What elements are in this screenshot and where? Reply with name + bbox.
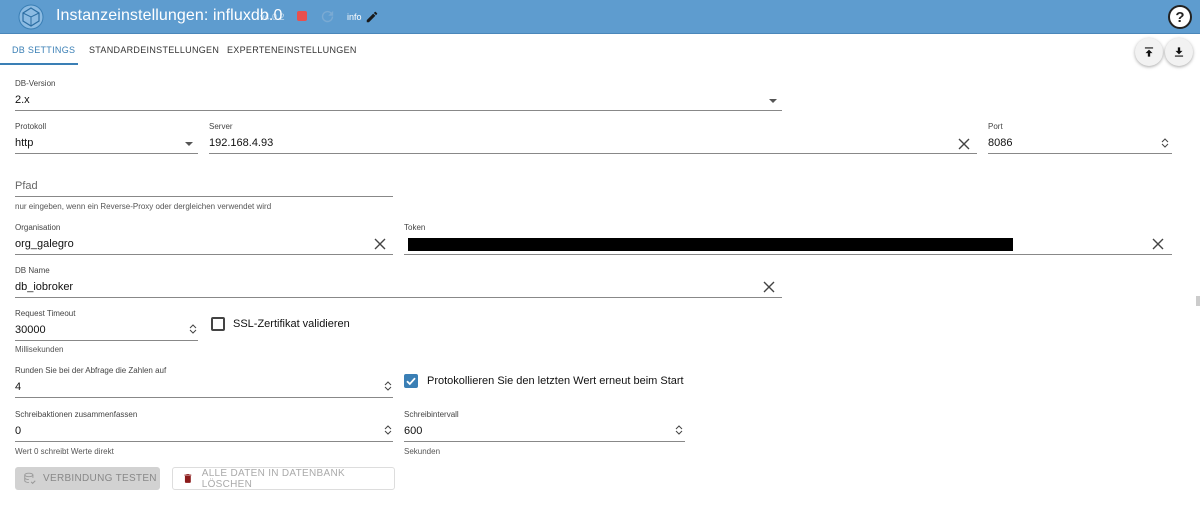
test-connection-label: VERBINDUNG TESTEN <box>43 473 157 484</box>
help-symbol: ? <box>1175 8 1185 26</box>
batch-stepper-icon[interactable] <box>384 424 392 436</box>
round-stepper-icon[interactable] <box>384 380 392 392</box>
batch-underline <box>15 441 393 442</box>
iobroker-logo-icon <box>18 4 44 30</box>
download-icon <box>1174 47 1184 57</box>
db-name-label: DB Name <box>15 266 50 275</box>
reload-icon[interactable] <box>319 8 336 25</box>
tab-bar: DB SETTINGS STANDARDEINSTELLUNGEN EXPERT… <box>0 34 1200 66</box>
server-underline <box>209 153 977 154</box>
tab-standard-settings[interactable]: STANDARDEINSTELLUNGEN <box>89 45 219 55</box>
ssl-checkbox-label: SSL-Zertifikat validieren <box>233 318 350 330</box>
scrollbar-thumb[interactable] <box>1196 296 1200 306</box>
info-label: info <box>347 12 362 22</box>
request-timeout-label: Request Timeout <box>15 309 76 318</box>
port-underline <box>988 153 1172 154</box>
token-clear-icon[interactable] <box>1152 238 1164 250</box>
write-interval-underline <box>404 441 685 442</box>
log-last-checkbox[interactable] <box>404 374 418 388</box>
active-tab-indicator <box>0 63 78 65</box>
protocol-select[interactable]: http <box>15 137 33 149</box>
organisation-label: Organisation <box>15 223 61 232</box>
port-input[interactable]: 8086 <box>988 137 1012 149</box>
request-timeout-underline <box>15 340 198 341</box>
port-label: Port <box>988 122 1003 131</box>
batch-label: Schreibaktionen zusammenfassen <box>15 410 138 419</box>
write-interval-helper-text: Sekunden <box>404 447 441 456</box>
stop-icon[interactable] <box>297 11 307 21</box>
organisation-clear-icon[interactable] <box>374 238 386 250</box>
path-helper-text: nur eingeben, wenn ein Reverse-Proxy ode… <box>15 202 272 211</box>
write-interval-label: Schreibintervall <box>404 410 459 419</box>
protocol-chevron-down-icon[interactable] <box>185 142 193 146</box>
request-timeout-stepper-icon[interactable] <box>189 323 197 335</box>
download-button[interactable] <box>1165 38 1193 66</box>
protocol-label: Protokoll <box>15 122 47 131</box>
token-underline <box>404 254 1172 255</box>
upload-icon <box>1144 47 1154 57</box>
protocol-underline <box>15 153 198 154</box>
write-interval-stepper-icon[interactable] <box>675 424 683 436</box>
delete-all-data-label: ALLE DATEN IN DATENBANK LÖSCHEN <box>201 467 345 490</box>
page-title: Instanzeinstellungen: influxdb.0 <box>56 7 283 24</box>
db-name-input[interactable]: db_iobroker <box>15 281 73 293</box>
app-header: Instanzeinstellungen: influxdb.0 v4.0.2 … <box>0 0 1200 34</box>
round-label: Runden Sie bei der Abfrage die Zahlen au… <box>15 366 167 375</box>
port-stepper-icon[interactable] <box>1161 137 1169 149</box>
write-interval-input[interactable]: 600 <box>404 425 422 437</box>
db-name-clear-icon[interactable] <box>763 281 775 293</box>
request-timeout-input[interactable]: 30000 <box>15 324 46 336</box>
server-label: Server <box>209 122 233 131</box>
database-check-icon <box>24 472 36 484</box>
db-name-underline <box>15 297 782 298</box>
tab-db-settings[interactable]: DB SETTINGS <box>12 45 75 55</box>
batch-helper-text: Wert 0 schreibt Werte direkt <box>15 447 114 456</box>
checkmark-icon <box>406 377 416 386</box>
test-connection-button[interactable]: VERBINDUNG TESTEN <box>15 467 160 490</box>
ssl-checkbox[interactable] <box>211 317 225 331</box>
help-button[interactable]: ? <box>1168 5 1192 29</box>
trash-icon <box>184 474 192 483</box>
db-version-chevron-down-icon[interactable] <box>769 99 777 103</box>
round-input[interactable]: 4 <box>15 381 21 393</box>
organisation-underline <box>15 254 393 255</box>
organisation-input[interactable]: org_galegro <box>15 238 74 250</box>
batch-input[interactable]: 0 <box>15 425 21 437</box>
log-last-checkbox-label: Protokollieren Sie den letzten Wert erne… <box>427 375 684 387</box>
request-timeout-helper-text: Millisekunden <box>15 345 64 354</box>
delete-all-data-button[interactable]: ALLE DATEN IN DATENBANK LÖSCHEN <box>172 467 395 490</box>
db-version-underline <box>15 110 782 111</box>
db-version-select[interactable]: 2.x <box>15 94 30 106</box>
token-label: Token <box>404 223 426 232</box>
upload-button[interactable] <box>1135 38 1163 66</box>
path-underline <box>15 196 393 197</box>
server-input[interactable]: 192.168.4.93 <box>209 137 273 149</box>
token-input[interactable] <box>408 238 1013 251</box>
round-underline <box>15 397 393 398</box>
edit-icon[interactable] <box>365 10 379 24</box>
path-input[interactable]: Pfad <box>15 180 38 192</box>
tab-expert-settings[interactable]: EXPERTENEINSTELLUNGEN <box>227 45 357 55</box>
server-clear-icon[interactable] <box>958 138 970 150</box>
db-version-label: DB-Version <box>15 79 56 88</box>
version-label: v4.0.2 <box>260 12 285 22</box>
